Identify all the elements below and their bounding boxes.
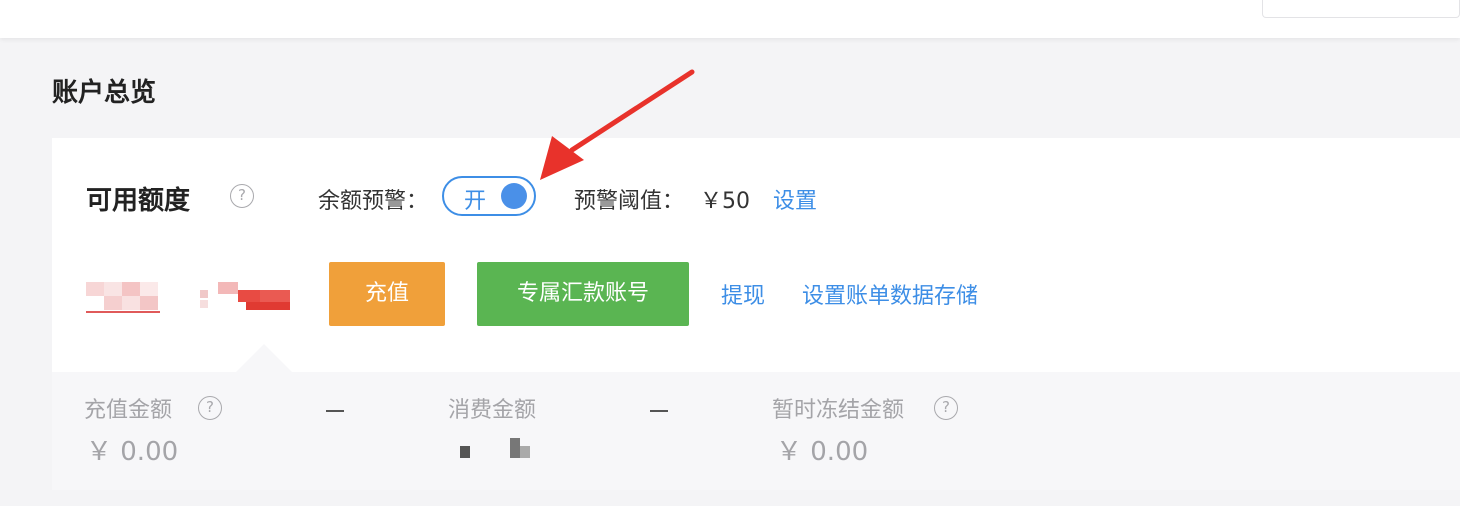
- dedicated-account-button[interactable]: 专属汇款账号: [477, 262, 689, 326]
- top-bar: [0, 0, 1460, 38]
- threshold-label: 预警阈值：: [574, 189, 685, 214]
- question-circle-icon[interactable]: ?: [934, 396, 958, 420]
- separator-dash: [650, 410, 668, 412]
- recharge-button[interactable]: 充值: [329, 262, 445, 326]
- stats-panel: [52, 372, 1460, 490]
- question-circle-icon[interactable]: ?: [230, 184, 254, 208]
- toggle-state-label: 开: [464, 189, 487, 214]
- balance-amount-redacted: [86, 278, 296, 314]
- threshold-value: ￥50: [700, 189, 750, 214]
- toggle-knob: [501, 183, 527, 209]
- frozen-amount-value: ￥ 0.00: [776, 437, 869, 467]
- recharge-amount-value: ￥ 0.00: [86, 437, 179, 467]
- credit-title: 可用额度: [86, 186, 191, 216]
- balance-alert-toggle[interactable]: 开: [442, 176, 536, 216]
- credit-card: 可用额度 ? 余额预警： 开 预警阈值： ￥50 设置 充值 专属汇款账号 提现…: [52, 138, 1460, 490]
- recharge-amount-label: 充值金额: [84, 398, 173, 423]
- top-bar-control[interactable]: [1262, 0, 1460, 18]
- withdraw-link[interactable]: 提现: [721, 278, 765, 310]
- frozen-amount-label: 暂时冻结金额: [772, 398, 905, 423]
- stats-panel-pointer: [236, 344, 292, 372]
- question-circle-icon[interactable]: ?: [198, 396, 222, 420]
- bill-storage-link[interactable]: 设置账单数据存储: [802, 278, 978, 310]
- separator-dash: [326, 410, 344, 412]
- set-threshold-link[interactable]: 设置: [773, 183, 817, 215]
- balance-alert-label: 余额预警：: [318, 189, 429, 214]
- page-title: 账户总览: [52, 78, 157, 108]
- consumption-amount-label: 消费金额: [448, 398, 537, 423]
